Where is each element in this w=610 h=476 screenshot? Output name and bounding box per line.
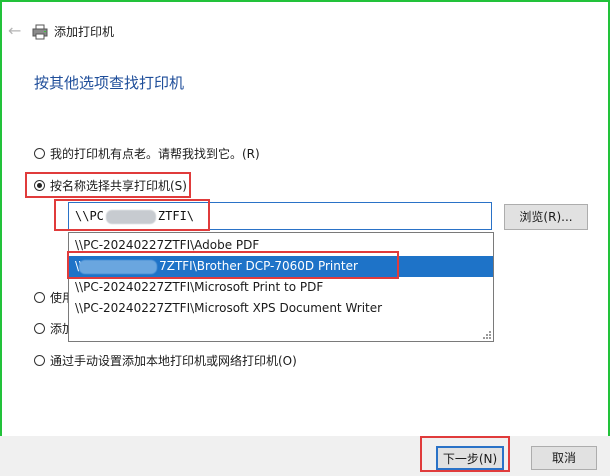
title-bar: ← 添加打印机 (0, 18, 610, 46)
option-label: 使用 (50, 291, 68, 305)
page-heading: 按其他选项查找打印机 (34, 74, 185, 92)
back-arrow-icon[interactable]: ← (8, 20, 26, 42)
printer-suggestion-list[interactable]: \\PC-20240227ZTFI\Adobe PDF \\7ZTFI\Brot… (68, 232, 494, 342)
redacted-mask (105, 209, 156, 224)
list-item[interactable]: \\PC-20240227ZTFI\Microsoft Print to PDF (69, 277, 493, 298)
radio-button[interactable] (34, 148, 45, 159)
option-use[interactable]: 使用 (34, 289, 68, 307)
radio-button-checked[interactable] (34, 180, 45, 191)
next-button[interactable]: 下一步(N) (436, 446, 504, 470)
option-label: 我的打印机有点老。请帮我找到它。(R) (50, 147, 260, 161)
radio-button[interactable] (34, 323, 45, 334)
input-suffix: ZTFI\ (157, 209, 195, 223)
item-label: 7ZTFI\Brother DCP-7060D Printer (159, 259, 358, 273)
browse-button[interactable]: 浏览(R)... (504, 204, 588, 230)
window-title: 添加打印机 (54, 25, 115, 39)
cancel-button[interactable]: 取消 (531, 446, 597, 470)
option-label: 通过手动设置添加本地打印机或网络打印机(O) (50, 354, 297, 368)
printer-icon (32, 24, 48, 40)
footer-bar (0, 436, 610, 476)
radio-button[interactable] (34, 355, 45, 366)
option-label: 添加 (50, 322, 68, 336)
list-item-selected[interactable]: \\7ZTFI\Brother DCP-7060D Printer (69, 256, 493, 277)
printer-name-input[interactable]: \\PC ZTFI\ (68, 202, 492, 230)
input-prefix: \\PC (75, 209, 104, 223)
list-item[interactable]: \\PC-20240227ZTFI\Adobe PDF (69, 235, 493, 256)
radio-button[interactable] (34, 292, 45, 303)
list-item[interactable]: \\PC-20240227ZTFI\Microsoft XPS Document… (69, 298, 493, 319)
redacted-mask (79, 259, 158, 274)
option-label: 按名称选择共享打印机(S) (50, 179, 187, 193)
option-add[interactable]: 添加 (34, 320, 68, 338)
resize-grip-icon[interactable] (481, 329, 491, 339)
